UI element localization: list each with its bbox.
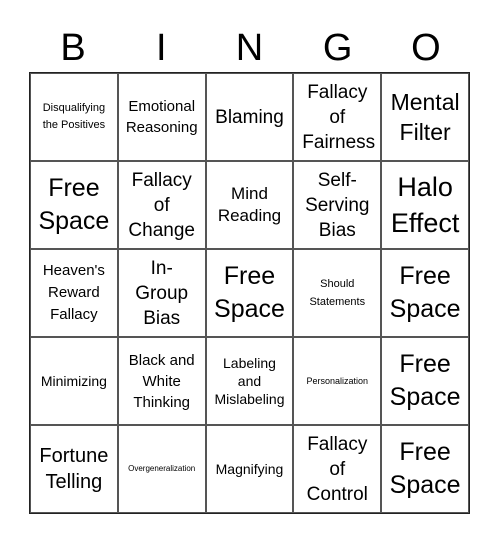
- cell-text: Overgeneralization: [128, 464, 196, 473]
- cell-text: Fallacy of Control: [306, 433, 368, 505]
- bingo-cell[interactable]: Fortune Telling: [30, 425, 118, 513]
- cell-text: Heaven's Reward Fallacy: [42, 262, 105, 323]
- bingo-cell[interactable]: Personalization: [293, 337, 382, 425]
- cell-text: Self-Serving Bias: [305, 169, 370, 241]
- bingo-cell[interactable]: Emotional Reasoning: [117, 73, 206, 161]
- bingo-cell[interactable]: Labeling and Mislabeling: [205, 337, 294, 425]
- bingo-cell[interactable]: Self-Serving Bias: [293, 161, 382, 249]
- bingo-cell[interactable]: Mind Reading: [205, 161, 294, 249]
- cell-text: Free Space: [389, 262, 461, 323]
- cell-text: Fallacy of Change: [128, 169, 195, 241]
- cell-text: Free Space: [389, 350, 461, 411]
- cell-text: Minimizing: [40, 373, 107, 389]
- cell-text: Magnifying: [215, 461, 284, 477]
- bingo-cell[interactable]: Mental Filter: [381, 73, 469, 161]
- bingo-header: B I N G O: [29, 24, 470, 72]
- cell-text: Fortune Telling: [39, 445, 109, 493]
- cell-text: Mind Reading: [217, 184, 282, 225]
- bingo-cell[interactable]: Free Space: [381, 337, 469, 425]
- cell-text: Mental Filter: [390, 89, 460, 145]
- cell-text: Fallacy of Fairness: [302, 81, 376, 153]
- bingo-cell[interactable]: Heaven's Reward Fallacy: [30, 249, 118, 337]
- cell-text: Halo Effect: [390, 172, 460, 238]
- bingo-cell[interactable]: In-Group Bias: [117, 249, 206, 337]
- bingo-cell[interactable]: Overgeneralization: [117, 425, 206, 513]
- header-letter-b: B: [60, 27, 86, 69]
- bingo-cell[interactable]: Fallacy of Fairness: [293, 73, 382, 161]
- bingo-cell[interactable]: Free Space: [381, 249, 469, 337]
- header-letter-n: N: [235, 27, 264, 69]
- cell-text: Black and White Thinking: [128, 351, 195, 411]
- bingo-cell[interactable]: Minimizing: [30, 337, 118, 425]
- cell-text: Personalization: [306, 375, 369, 386]
- bingo-cell[interactable]: Free Space: [205, 249, 294, 337]
- bingo-cell[interactable]: Blaming: [205, 73, 294, 161]
- bingo-cell[interactable]: Free Space: [30, 161, 118, 249]
- bingo-cell[interactable]: Magnifying: [205, 425, 294, 513]
- cell-text: Emotional Reasoning: [125, 98, 198, 136]
- header-letter-o: O: [411, 27, 441, 69]
- cell-text: Should Statements: [309, 278, 366, 308]
- bingo-cell[interactable]: Halo Effect: [381, 161, 469, 249]
- cell-text: Free Space: [38, 174, 110, 235]
- cell-text: In-Group Bias: [135, 257, 189, 329]
- bingo-cell[interactable]: Black and White Thinking: [117, 337, 206, 425]
- bingo-cell[interactable]: Fallacy of Change: [117, 161, 206, 249]
- header-letter-i: I: [156, 27, 167, 69]
- bingo-cell[interactable]: Disqualifying the Positives: [30, 73, 118, 161]
- cell-text: Blaming: [215, 106, 284, 128]
- cell-text: Free Space: [389, 438, 461, 499]
- bingo-cell[interactable]: Free Space: [381, 425, 469, 513]
- bingo-cell[interactable]: Should Statements: [293, 249, 382, 337]
- bingo-cell[interactable]: Fallacy of Control: [293, 425, 382, 513]
- cell-text: Disqualifying the Positives: [42, 102, 106, 131]
- header-letter-g: G: [322, 27, 353, 69]
- cell-text: Free Space: [214, 262, 285, 323]
- cell-text: Labeling and Mislabeling: [214, 355, 285, 407]
- bingo-card-grid: Disqualifying the Positives Emotional Re…: [29, 72, 470, 514]
